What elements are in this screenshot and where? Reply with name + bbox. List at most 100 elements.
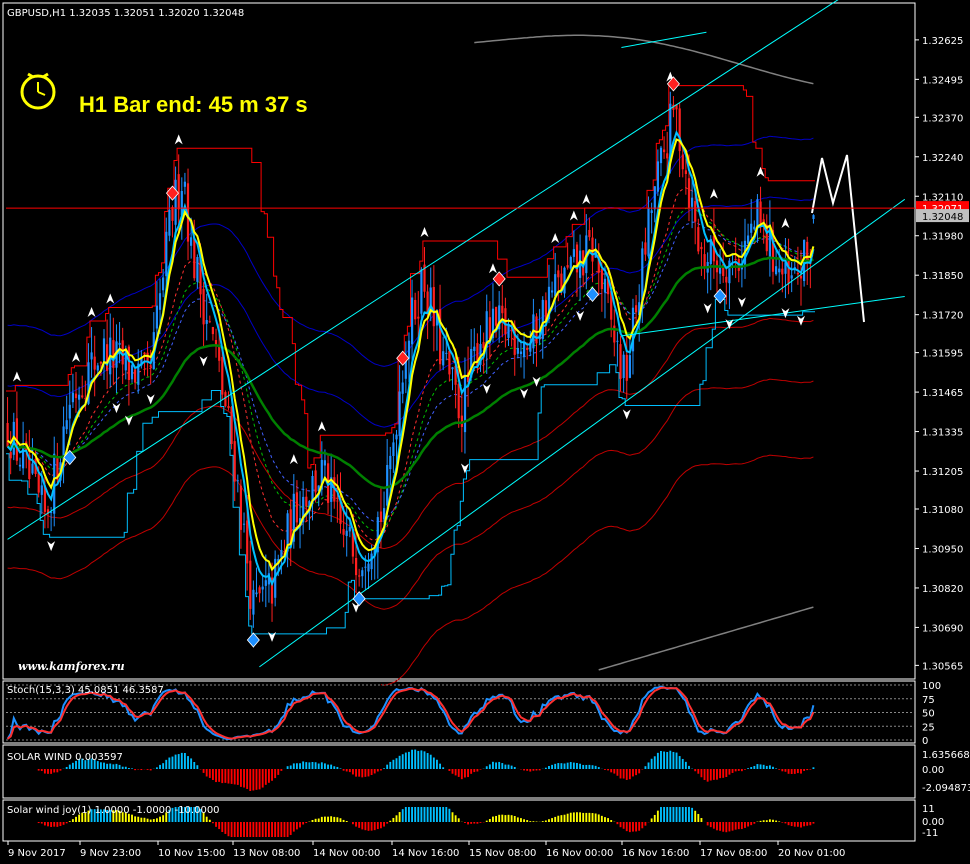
candle-body — [211, 327, 214, 335]
candle-body — [753, 226, 756, 230]
candle-body — [395, 434, 398, 440]
candle-body — [18, 464, 22, 467]
candle-body — [628, 355, 631, 378]
candle-body — [591, 237, 594, 262]
candle-body — [78, 394, 81, 400]
candle-body — [102, 338, 106, 361]
candle-body — [401, 382, 404, 394]
candle-body — [557, 270, 560, 278]
chart-root[interactable]: 1007550250 1.6356680.00-2.094873 110.00-… — [0, 0, 970, 864]
candle-body — [635, 305, 638, 313]
candle-body — [566, 265, 569, 268]
candle-body — [747, 235, 750, 244]
candle-body — [694, 201, 697, 222]
time-tick-label: 10 Nov 15:00 — [158, 848, 225, 859]
candle-body — [90, 352, 93, 360]
candle-body — [264, 580, 267, 586]
price-tick-label: 1.31720 — [922, 311, 963, 322]
candle-body — [177, 174, 180, 210]
candle-body — [526, 347, 529, 350]
time-tick-label: 13 Nov 08:00 — [233, 848, 300, 859]
candle-body — [40, 485, 43, 495]
candle-body — [261, 586, 264, 590]
current-price-label: 1.32048 — [922, 212, 963, 223]
candle-body — [134, 369, 137, 383]
candle-body — [196, 257, 199, 282]
chart-background — [0, 0, 970, 864]
price-tick-label: 1.31205 — [922, 467, 963, 478]
stoch-level-label: 25 — [922, 722, 935, 733]
candle-body — [523, 342, 526, 358]
candle-body — [323, 460, 326, 466]
candle-body — [812, 215, 815, 219]
candle-body — [71, 392, 74, 403]
solar-axis-label: -2.094873 — [922, 783, 970, 794]
candle-body — [588, 230, 591, 238]
candle-body — [663, 149, 666, 153]
candle-body — [342, 529, 345, 535]
candle-body — [295, 492, 298, 523]
candle-body — [551, 290, 554, 293]
candle-body — [656, 161, 659, 192]
candle-body — [781, 268, 784, 275]
candle-body — [99, 361, 102, 364]
bar-end-timer: H1 Bar end: 45 m 37 s — [79, 92, 308, 117]
stoch-level-label: 0 — [922, 736, 928, 747]
price-tick-label: 1.32240 — [922, 153, 963, 164]
candle-body — [162, 277, 165, 291]
candle-body — [348, 527, 351, 532]
candle-body — [563, 267, 566, 294]
candle-body — [205, 320, 208, 324]
solar-axis-label: 0.00 — [922, 765, 944, 776]
candle-body — [622, 354, 625, 378]
candle-body — [9, 452, 12, 459]
joy-axis-label: 11 — [922, 804, 935, 815]
candle-body — [756, 199, 759, 229]
candle-body — [65, 420, 68, 430]
candle-body — [407, 340, 411, 359]
candle-body — [759, 201, 762, 224]
candle-body — [442, 351, 445, 366]
candle-body — [681, 154, 684, 170]
candle-body — [796, 272, 799, 275]
candle-body — [149, 365, 152, 367]
time-tick-label: 16 Nov 00:00 — [546, 848, 613, 859]
candle-body — [420, 269, 423, 314]
time-tick-label: 9 Nov 23:00 — [80, 848, 141, 859]
price-tick-label: 1.31080 — [922, 505, 963, 516]
candle-body — [600, 269, 603, 290]
candle-body — [370, 553, 373, 570]
candle-body — [616, 340, 619, 342]
candle-body — [202, 288, 205, 325]
candle-body — [703, 254, 706, 267]
time-tick-label: 14 Nov 00:00 — [313, 848, 380, 859]
candle-body — [541, 299, 544, 339]
candle-body — [280, 550, 283, 558]
candle-body — [647, 207, 650, 257]
price-tick-label: 1.31980 — [922, 232, 963, 243]
price-tick-label: 1.30820 — [922, 584, 963, 595]
stoch-level-label: 50 — [922, 709, 935, 720]
price-tick-label: 1.32495 — [922, 75, 963, 86]
candle-body — [666, 153, 669, 159]
candle-body — [183, 181, 186, 187]
candle-body — [572, 249, 575, 257]
candle-body — [367, 563, 370, 572]
candle-body — [168, 209, 171, 236]
price-tick-label: 1.31850 — [922, 271, 963, 282]
candle-body — [659, 147, 663, 164]
price-tick-label: 1.32370 — [922, 113, 963, 124]
candle-body — [236, 480, 239, 482]
stoch-level-label: 100 — [922, 681, 941, 692]
candle-body — [37, 473, 40, 493]
symbol-label: GBPUSD,H1 1.32035 1.32051 1.32020 1.3204… — [7, 8, 244, 19]
candle-body — [684, 170, 687, 174]
price-tick-label: 1.32625 — [922, 36, 963, 47]
candle-body — [81, 395, 84, 398]
candle-body — [448, 350, 451, 375]
candle-body — [379, 511, 383, 522]
price-tick-label: 1.31335 — [922, 428, 963, 439]
candle-body — [355, 558, 358, 576]
candle-body — [569, 257, 572, 269]
candle-body — [687, 178, 691, 209]
